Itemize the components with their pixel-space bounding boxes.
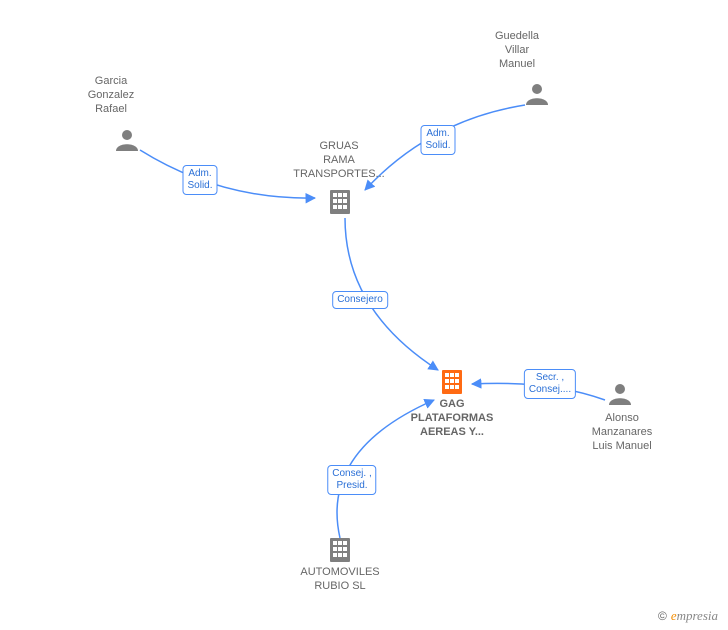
person-icon[interactable] (116, 130, 138, 151)
node-label-garcia[interactable]: GarciaGonzalezRafael (51, 75, 171, 116)
building-icon[interactable] (330, 190, 350, 214)
edge-label-gruas-gag: Consejero (332, 291, 388, 309)
watermark-rest: mpresia (677, 608, 718, 623)
watermark: ©empresia (658, 608, 718, 624)
person-icon[interactable] (609, 384, 631, 405)
node-label-gruas[interactable]: GRUASRAMATRANSPORTES... (279, 140, 399, 181)
edge-label-guedella-gruas: Adm.Solid. (420, 125, 455, 155)
node-label-guedella[interactable]: GuedellaVillarManuel (457, 30, 577, 71)
edge-label-autos-gag: Consej. ,Presid. (327, 465, 376, 495)
building-icon[interactable] (330, 538, 350, 562)
edge-label-alonso-gag: Secr. ,Consej.... (524, 369, 576, 399)
node-label-alonso[interactable]: AlonsoManzanaresLuis Manuel (562, 412, 682, 453)
node-label-autos[interactable]: AUTOMOVILESRUBIO SL (280, 566, 400, 594)
person-icon[interactable] (526, 84, 548, 105)
watermark-copy: © (658, 609, 667, 623)
edge-label-garcia-gruas: Adm.Solid. (182, 165, 217, 195)
node-label-gag[interactable]: GAGPLATAFORMASAEREAS Y... (392, 398, 512, 439)
building-icon[interactable] (442, 370, 462, 394)
